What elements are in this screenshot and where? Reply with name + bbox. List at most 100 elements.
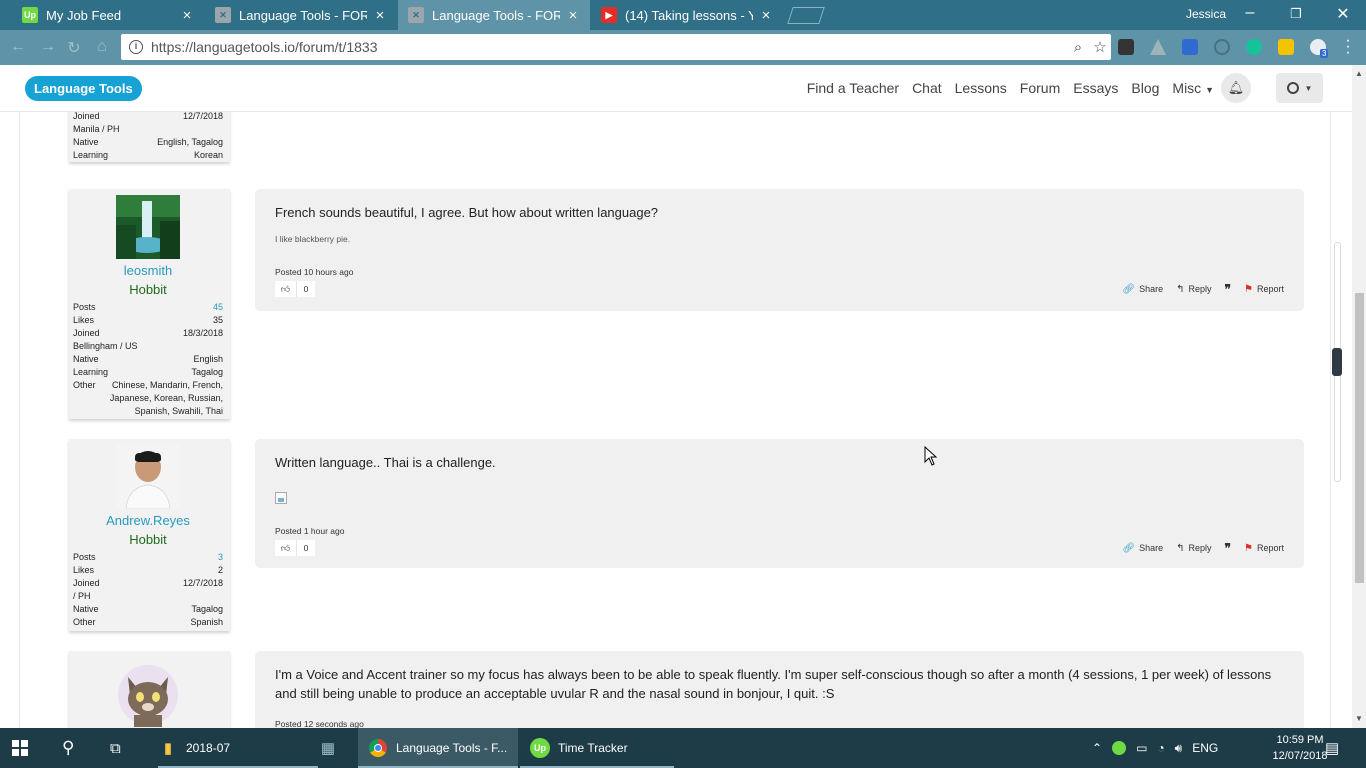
search-icon[interactable]: ⚲ bbox=[62, 728, 74, 768]
grammarly-icon[interactable] bbox=[1246, 39, 1262, 55]
stat-value: Chinese, Mandarin, French, Japanese, Kor… bbox=[109, 380, 223, 416]
broken-image-icon[interactable] bbox=[275, 492, 287, 504]
close-icon[interactable]: × bbox=[566, 7, 580, 24]
post-timestamp: Posted 12 seconds ago bbox=[275, 719, 364, 728]
close-icon[interactable]: × bbox=[180, 7, 194, 24]
taskbar-item-folder[interactable]: ▮ 2018-07 bbox=[158, 728, 230, 768]
stat-posts-link[interactable]: 3 bbox=[218, 551, 223, 564]
avatar-photo[interactable] bbox=[116, 445, 180, 509]
avatar-waterfall[interactable] bbox=[116, 195, 180, 259]
home-icon[interactable]: ⌂ bbox=[92, 38, 112, 56]
inner-scroll-thumb[interactable] bbox=[1332, 348, 1342, 376]
clock-time: 10:59 PM bbox=[1276, 734, 1324, 746]
nav-blog[interactable]: Blog bbox=[1131, 80, 1159, 96]
language-indicator[interactable]: ENG bbox=[1192, 741, 1218, 755]
new-tab-button[interactable] bbox=[787, 7, 825, 24]
bookmark-star-icon[interactable]: ☆ bbox=[1089, 38, 1111, 56]
monitor-app-icon: ▦ bbox=[320, 740, 336, 757]
notifications-button[interactable]: 🔔︎ bbox=[1221, 73, 1251, 103]
post-timestamp: Posted 10 hours ago bbox=[275, 267, 354, 277]
nav-misc-dropdown[interactable]: Misc ▼ bbox=[1172, 80, 1214, 96]
task-view-icon[interactable]: ⧉ bbox=[110, 728, 121, 768]
user-menu-button[interactable]: ▼ bbox=[1276, 73, 1323, 103]
quote-button[interactable]: ❞ bbox=[1225, 282, 1231, 296]
stat-row: Joined 12/7/2018 bbox=[73, 577, 223, 590]
scroll-down-icon[interactable]: ▼ bbox=[1352, 714, 1366, 723]
caret-down-icon: ▼ bbox=[1205, 85, 1214, 95]
extension-yellow-icon[interactable] bbox=[1278, 39, 1294, 55]
nav-find-a-teacher[interactable]: Find a Teacher bbox=[807, 80, 899, 96]
tab-title: My Job Feed bbox=[46, 7, 122, 23]
upwork-tray-icon[interactable] bbox=[1112, 741, 1127, 755]
scroll-up-icon[interactable]: ▲ bbox=[1352, 69, 1366, 78]
taskbar-item-chrome[interactable]: Language Tools - F... bbox=[358, 728, 518, 768]
reply-button[interactable]: ↰ Reply bbox=[1176, 284, 1211, 295]
user-location: Manila / PH bbox=[73, 124, 120, 134]
nav-forum[interactable]: Forum bbox=[1020, 80, 1060, 96]
report-button[interactable]: ⚑ Report bbox=[1244, 543, 1284, 554]
share-button[interactable]: 🔗︎ Share bbox=[1122, 543, 1163, 554]
restore-icon[interactable]: ❐ bbox=[1286, 6, 1306, 22]
browser-tab-2[interactable]: ✕ Language Tools - FORUM × bbox=[205, 0, 397, 30]
browser-menu-icon[interactable]: · · · bbox=[1343, 33, 1353, 61]
thumbs-up-icon[interactable]: 👍︎ bbox=[275, 281, 297, 297]
close-icon[interactable]: × bbox=[759, 7, 773, 24]
browser-tab-4[interactable]: ▶ (14) Taking lessons - YouTube × bbox=[591, 0, 783, 30]
url-text[interactable]: https://languagetools.io/forum/t/1833 bbox=[151, 39, 1067, 55]
address-bar[interactable]: i https://languagetools.io/forum/t/1833 … bbox=[121, 34, 1111, 60]
close-window-icon[interactable]: ✕ bbox=[1333, 4, 1353, 24]
system-clock[interactable]: 10:59 PM 12/07/2018 bbox=[1270, 732, 1330, 764]
close-icon[interactable]: × bbox=[373, 7, 387, 24]
reply-button[interactable]: ↰ Reply bbox=[1176, 543, 1211, 554]
google-drive-icon[interactable] bbox=[1150, 39, 1166, 55]
volume-icon[interactable]: 🔊︎ bbox=[1175, 741, 1183, 756]
username-link[interactable]: leosmith bbox=[73, 263, 223, 278]
post-timestamp: Posted 1 hour ago bbox=[275, 526, 345, 536]
extension-ring-icon[interactable] bbox=[1214, 39, 1230, 55]
page-border-left bbox=[19, 112, 20, 728]
stat-label: Joined bbox=[73, 328, 100, 338]
extension-blue-icon[interactable] bbox=[1182, 39, 1198, 55]
taskbar-item-app[interactable]: ▦ bbox=[318, 728, 346, 768]
notifications-icon[interactable]: ▤ bbox=[1325, 728, 1339, 768]
nav-lessons[interactable]: Lessons bbox=[955, 80, 1007, 96]
browser-tab-3-active[interactable]: ✕ Language Tools - FORUM × bbox=[398, 0, 590, 30]
user-location: / PH bbox=[73, 591, 91, 601]
user-circle-icon bbox=[1286, 82, 1299, 94]
scrollbar-thumb[interactable] bbox=[1355, 293, 1364, 583]
battery-icon[interactable]: ▭ bbox=[1136, 741, 1147, 755]
windows-logo-icon bbox=[12, 740, 28, 756]
nav-chat[interactable]: Chat bbox=[912, 80, 942, 96]
extension-glasses-icon[interactable] bbox=[1118, 39, 1134, 55]
thumbs-up-icon[interactable]: 👍︎ bbox=[275, 540, 297, 556]
report-button[interactable]: ⚑ Report bbox=[1244, 284, 1284, 295]
avatar-cat-cartoon[interactable] bbox=[116, 663, 180, 727]
nav-essays[interactable]: Essays bbox=[1073, 80, 1118, 96]
nav-misc-label: Misc bbox=[1172, 80, 1202, 96]
info-icon[interactable]: i bbox=[129, 40, 143, 54]
wifi-icon[interactable]: ◔ bbox=[1157, 741, 1164, 755]
stat-value: 18/3/2018 bbox=[182, 328, 223, 338]
site-logo[interactable]: Language Tools bbox=[25, 76, 142, 101]
back-icon[interactable]: ← bbox=[8, 38, 28, 56]
stat-posts-link[interactable]: 45 bbox=[213, 301, 223, 314]
share-button[interactable]: 🔗︎ Share bbox=[1122, 284, 1163, 295]
browser-tab-1[interactable]: Up My Job Feed × bbox=[12, 0, 204, 30]
minimize-icon[interactable]: – bbox=[1240, 4, 1260, 22]
start-button[interactable] bbox=[12, 728, 28, 768]
reload-icon[interactable]: ↻ bbox=[64, 38, 84, 58]
user-card-andrew-reyes: Andrew.Reyes Hobbit Posts 3 Likes 2 Joined… bbox=[69, 439, 230, 631]
user-rank: Hobbit bbox=[129, 282, 167, 297]
page-scrollbar[interactable]: ▲ ▼ bbox=[1352, 65, 1366, 728]
forward-icon[interactable]: → bbox=[38, 38, 58, 56]
stat-label: Joined bbox=[73, 578, 100, 588]
tab-title: (14) Taking lessons - YouTube bbox=[625, 7, 753, 23]
chevron-up-icon[interactable]: ⌃ bbox=[1092, 741, 1102, 755]
stat-label: Learning bbox=[73, 150, 109, 160]
username-link[interactable]: Andrew.Reyes bbox=[73, 513, 223, 528]
caret-down-icon: ▼ bbox=[1304, 83, 1313, 93]
quote-button[interactable]: ❞ bbox=[1225, 541, 1231, 555]
zoom-icon[interactable]: ⌕ bbox=[1067, 39, 1089, 56]
taskbar-item-time-tracker[interactable]: Up Time Tracker bbox=[520, 728, 674, 768]
profile-name[interactable]: Jessica bbox=[1186, 7, 1226, 21]
